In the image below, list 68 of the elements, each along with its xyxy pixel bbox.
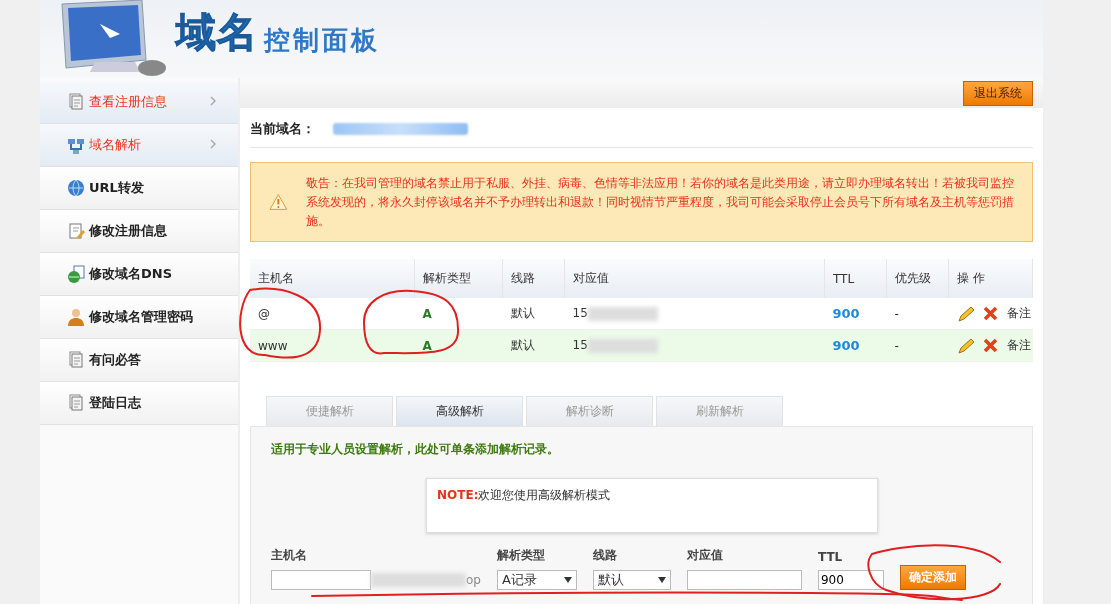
pencil-icon[interactable] [956,305,975,322]
document-icon [67,93,85,111]
pencil-icon[interactable] [956,337,975,354]
dropdown-value: A记录 [501,571,537,589]
sidebar-item[interactable]: 修改域名DNS [40,253,238,296]
delete-icon[interactable] [982,338,998,353]
logo-subtitle: 控制面板 [264,24,380,57]
chevron-icon [210,139,216,149]
note-text: NOTE:欢迎您使用高级解析模式 [437,488,611,502]
host-cell: @ [250,298,415,330]
sidebar-item[interactable]: 修改注册信息 [40,210,238,253]
chevron-icon [210,96,216,106]
column-header: 解析类型 [414,259,503,298]
sidebar-item[interactable]: 修改域名管理密码 [40,296,238,339]
type-cell: A [414,298,503,330]
globe-document-icon [67,265,85,283]
field-label: 解析类型 [496,547,546,564]
priority-cell: - [886,329,949,362]
ttl-cell: 900 [824,329,887,362]
field-label: 主机名 [271,547,308,564]
dropdown[interactable]: A记录 [496,570,577,590]
column-header: 主机名 [250,259,415,298]
sidebar-item[interactable]: 域名解析 [40,124,238,167]
column-header: 操 作 [948,259,1033,298]
redacted-value [587,306,658,321]
tab[interactable]: 高级解析 [396,396,523,426]
document-icon [67,394,85,412]
field-label: TTL [817,550,844,564]
network-icon [67,136,85,154]
host-cell: www [250,329,415,362]
note-link[interactable]: 备注 [999,298,1033,330]
warning-text: 敬告：在我司管理的域名禁止用于私服、外挂、病毒、色情等非法应用！若你的域名是此类用途，请立即办理域名转出！若被我司监控系统发现的，将永久封停该域名并不予办理转出和退款！同时视情节严重程度，我司可能会采取停止会员号下所有域名及主机等惩罚措施。 [305,174,1014,230]
document-icon [67,351,85,369]
field-label: 线路 [592,547,618,564]
note-link[interactable]: 备注 [999,329,1033,362]
caret-icon [563,577,572,583]
document-pencil-icon [67,222,85,240]
panel-intro: 适用于专业人员设置解析，此处可单条添加解析记录。 [271,441,560,458]
delete-icon[interactable] [982,306,998,321]
current-domain-label: 当前域名： [250,120,315,138]
domain-suffix: op [466,573,481,587]
ttl-cell: 900 [824,298,887,330]
sidebar-item[interactable]: 查看注册信息 [40,81,238,124]
user-icon [67,308,85,326]
field-label: 对应值 [686,547,724,564]
logout-button[interactable]: 退出系统 [963,80,1033,106]
line-cell: 默认 [502,298,565,330]
type-cell: A [414,329,503,362]
dropdown-value: 默认 [597,571,624,589]
priority-cell: - [886,298,949,330]
column-header: 线路 [502,259,565,298]
logo-title: 域名 [176,8,258,57]
column-header: TTL [824,259,887,298]
sidebar-item[interactable]: 有问必答 [40,339,238,382]
dropdown[interactable]: 默认 [592,570,671,590]
globe-icon [67,179,85,197]
caret-icon [657,577,666,583]
redacted-value [587,338,658,353]
value-cell: 15 [564,329,825,362]
input-field[interactable] [686,570,802,590]
column-header: 优先级 [886,259,949,298]
sidebar-item[interactable]: URL转发 [40,167,238,210]
line-cell: 默认 [502,329,565,362]
column-header: 对应值 [564,259,825,298]
input-field[interactable] [271,570,371,590]
input-field[interactable]: 900 [817,570,884,590]
value-cell: 15 [564,298,825,330]
sidebar-item[interactable]: 登陆日志 [40,382,238,425]
